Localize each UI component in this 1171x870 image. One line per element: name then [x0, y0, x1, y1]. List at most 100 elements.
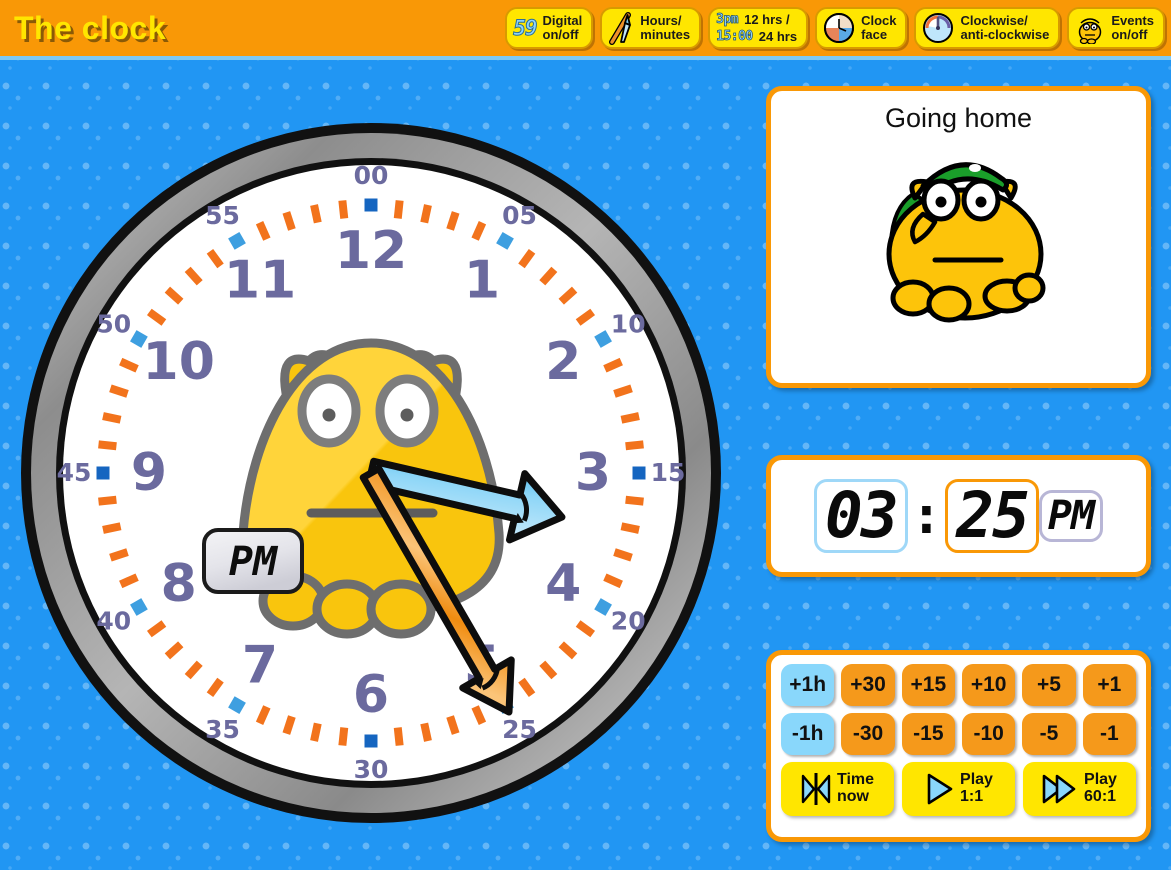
toolbar-label: Clockwise/ anti-clockwise	[960, 12, 1050, 42]
clock-minute-number: 15	[651, 458, 686, 487]
character-icon	[1079, 18, 1102, 44]
clock-minute-number: 45	[57, 458, 92, 487]
clock-hour-number: 9	[131, 443, 167, 503]
decrement-button-row: -1h -30 -15 -10 -5 -1	[781, 713, 1136, 755]
play-icon	[927, 773, 953, 805]
clock-five-minute-marker	[632, 466, 646, 480]
clock-minute-tick	[420, 722, 432, 742]
digital-ampm-box[interactable]: PM	[1038, 490, 1104, 542]
step-button-minus1[interactable]: -1	[1082, 713, 1136, 755]
clock-minute-tick	[98, 440, 117, 451]
clock-app: The clock 59 Digital on/off Hours/ minut…	[0, 0, 1171, 870]
clock-minute-tick	[420, 204, 432, 224]
step-button-minus10[interactable]: -10	[962, 713, 1016, 755]
clock-minute-tick	[625, 440, 644, 451]
clock-hour-number: 2	[545, 332, 581, 392]
fast-play-icon	[1042, 774, 1076, 804]
clock-minute-tick	[393, 727, 404, 746]
increment-button-row: +1h +30 +15 +10 +5 +1	[781, 664, 1136, 706]
digital-hours-box[interactable]: 03	[813, 478, 908, 554]
step-button-minus5[interactable]: -5	[1022, 713, 1076, 755]
step-button-plus1h[interactable]: +1h	[781, 664, 835, 706]
clock-five-minute-marker	[364, 734, 378, 748]
play-button-label: Time now	[836, 771, 875, 805]
digital-minutes-box[interactable]: 25	[945, 478, 1039, 554]
clock-minute-tick	[446, 211, 460, 231]
play-1-1-button[interactable]: Play 1:1	[902, 762, 1015, 816]
hands-pencil-icon	[609, 12, 632, 45]
clock-minute-tick	[282, 715, 296, 735]
step-button-minus15[interactable]: -15	[901, 713, 955, 755]
event-title: Going home	[884, 103, 1033, 133]
clock-hour-number: 7	[242, 635, 278, 695]
controls-panel: +1h +30 +15 +10 +5 +1 -1h -30 -15 -10 -5 -1 Time n…	[766, 650, 1151, 842]
clock-hour-number: 10	[143, 332, 215, 392]
app-header: The clock 59 Digital on/off Hours/ minut…	[0, 0, 1171, 60]
clock-ampm-text: PM	[229, 539, 279, 585]
clock-svg[interactable]: 121234567891011 000510152025303540455055	[18, 90, 758, 850]
clock-minute-number: 30	[354, 755, 389, 784]
toolbar-button-hours-minutes[interactable]: Hours/ minutes	[600, 7, 702, 49]
toolbar-button-clock-face[interactable]: Clock face	[815, 7, 908, 49]
toolbar-label: Digital on/off	[542, 12, 583, 42]
play-button-label: Play 1:1	[960, 771, 993, 805]
clock-hour-number: 11	[224, 251, 296, 311]
clock-ampm-badge[interactable]: PM	[202, 528, 304, 594]
toolbar: 59 Digital on/off Hours/ minutes 3pm 12 …	[505, 7, 1165, 49]
clock-minute-number: 50	[96, 310, 131, 339]
clock-minute-tick	[620, 412, 640, 424]
play-button-label: Play 60:1	[1084, 771, 1117, 805]
clock-five-minute-marker	[364, 198, 378, 212]
toolbar-button-events-onoff[interactable]: Events on/off	[1067, 7, 1165, 49]
gauge-icon	[923, 13, 954, 43]
step-button-minus1h[interactable]: -1h	[781, 713, 835, 755]
toolbar-label: Clock face	[861, 12, 897, 42]
clock-hour-number: 6	[353, 665, 389, 725]
page-title: The clock	[14, 9, 167, 46]
toolbar-button-digital-onoff[interactable]: 59 Digital on/off	[505, 7, 594, 49]
clock-hour-number: 8	[161, 554, 197, 614]
clock-minute-number: 35	[205, 715, 240, 744]
step-button-plus15[interactable]: +15	[901, 664, 955, 706]
time-format-icon: 3pm 12 hrs / 15:00 24 hrs	[716, 12, 798, 45]
toolbar-label: Events on/off	[1111, 12, 1154, 42]
clock-minute-tick	[98, 495, 117, 506]
clock-minute-tick	[310, 722, 322, 742]
clock-minute-tick	[109, 384, 129, 398]
toolbar-button-12-24-hrs[interactable]: 3pm 12 hrs / 15:00 24 hrs	[708, 7, 809, 49]
analogue-clock[interactable]: 121234567891011 000510152025303540455055	[18, 90, 758, 850]
clock-minute-tick	[109, 548, 129, 562]
time-now-button[interactable]: Time now	[781, 762, 894, 816]
digital-colon: :	[910, 486, 943, 546]
toolbar-label: Hours/ minutes	[640, 12, 691, 42]
digital-clock-panel: 03 : 25 PM	[766, 455, 1151, 577]
step-button-plus5[interactable]: +5	[1022, 664, 1076, 706]
step-button-plus30[interactable]: +30	[841, 664, 895, 706]
play-60-1-button[interactable]: Play 60:1	[1023, 762, 1136, 816]
digital-minutes: 25	[956, 478, 1030, 552]
event-character-illustration	[886, 162, 1045, 323]
clock-minute-number: 55	[205, 201, 240, 230]
clock-minute-tick	[625, 495, 644, 506]
digital-hours: 03	[824, 478, 899, 552]
toolbar-button-clockwise[interactable]: Clockwise/ anti-clockwise	[914, 7, 1061, 49]
time-now-icon	[801, 773, 831, 805]
step-button-minus30[interactable]: -30	[841, 713, 895, 755]
clock-hour-number: 4	[545, 554, 581, 614]
clock-minute-number: 40	[96, 607, 131, 636]
clock-minute-tick	[613, 384, 633, 398]
event-panel: Going home	[766, 86, 1151, 388]
digital-59-icon: 59	[513, 16, 538, 41]
clock-face-icon	[824, 13, 855, 43]
clock-minute-number: 20	[611, 607, 646, 636]
clock-minute-number: 00	[354, 161, 389, 190]
clock-minute-tick	[338, 200, 349, 219]
step-button-plus10[interactable]: +10	[962, 664, 1016, 706]
step-button-plus1[interactable]: +1	[1082, 664, 1136, 706]
clock-minute-tick	[310, 204, 322, 224]
clock-minute-tick	[613, 548, 633, 562]
clock-minute-tick	[102, 522, 122, 534]
clock-minute-tick	[102, 412, 122, 424]
clock-minute-tick	[620, 522, 640, 534]
clock-hour-number: 3	[575, 443, 611, 503]
